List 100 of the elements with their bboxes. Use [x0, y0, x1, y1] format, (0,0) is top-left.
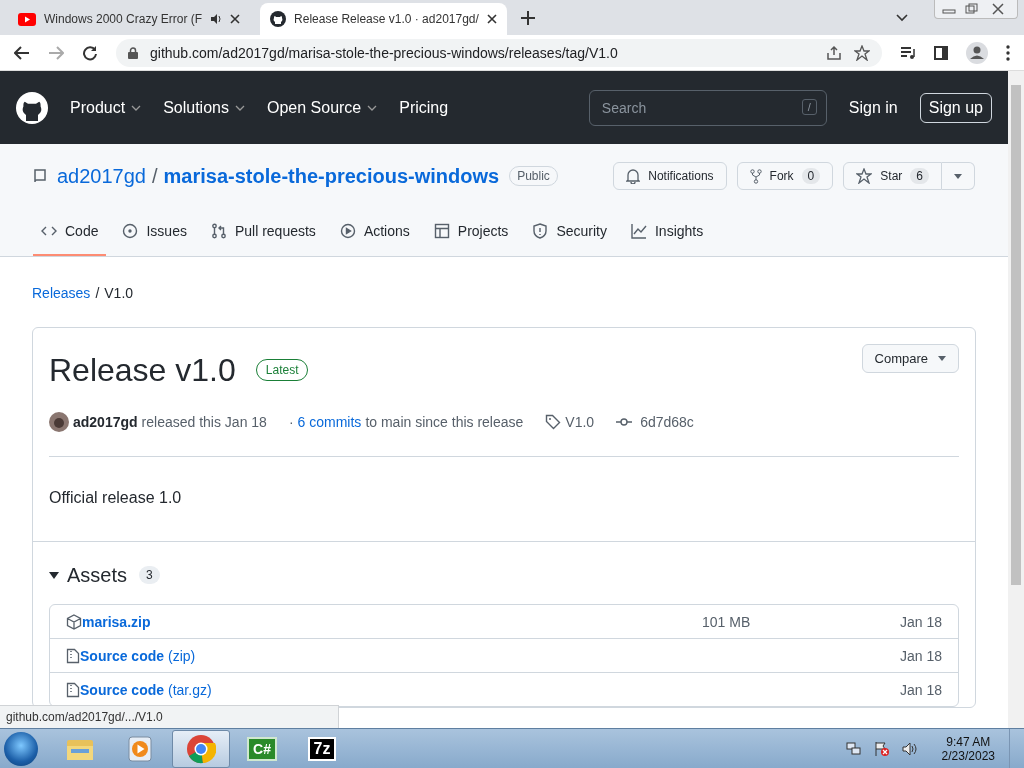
caret-down-icon: [954, 173, 962, 179]
zip-file-icon: [66, 681, 80, 698]
chevron-down-icon: [131, 104, 142, 111]
path-separator: /: [152, 164, 158, 188]
fork-icon: [749, 168, 762, 184]
author-link[interactable]: ad2017gd: [73, 414, 138, 430]
assets-count: 3: [139, 566, 160, 584]
link-status-bubble: github.com/ad2017gd/.../V1.0: [0, 705, 339, 728]
fork-button[interactable]: Fork 0: [736, 162, 834, 190]
taskbar-app[interactable]: 7z: [294, 731, 350, 767]
security-tab-icon: [532, 223, 549, 239]
star-button[interactable]: Star 6: [843, 162, 942, 190]
package-icon: [66, 613, 82, 630]
assets-heading[interactable]: Assets: [67, 563, 128, 587]
zip-file-icon: [66, 647, 80, 664]
star-list-dropdown[interactable]: [942, 162, 975, 190]
sign-in-link[interactable]: Sign in: [848, 98, 898, 117]
reload-icon[interactable]: [82, 44, 98, 61]
chevron-down-icon: [234, 104, 245, 111]
octocat-logo-icon: [270, 11, 287, 27]
media-list-icon[interactable]: [900, 45, 916, 60]
asset-size: 101 MB: [702, 613, 752, 630]
sign-up-button[interactable]: Sign up: [919, 92, 992, 123]
share-icon[interactable]: [826, 44, 842, 61]
address-bar[interactable]: github.com/ad2017gd/marisa-stole-the-precious-windows/releases/tag/V1.0: [116, 38, 882, 67]
star-icon[interactable]: [854, 44, 870, 61]
repo-tab[interactable]: Issues: [114, 208, 195, 256]
repo-tab[interactable]: Pull requests: [202, 208, 324, 256]
menu-icon[interactable]: [1006, 44, 1010, 61]
commits-link[interactable]: 6 commits: [297, 414, 362, 430]
nav-menu-item[interactable]: Solutions: [163, 98, 245, 117]
compare-button[interactable]: Compare: [861, 344, 959, 373]
chevron-down-icon: [367, 104, 378, 111]
bullet-separator: ·: [288, 414, 294, 430]
asset-link[interactable]: Source code (zip): [80, 647, 196, 664]
tab-title: Release Release v1.0 · ad2017gd/: [294, 12, 479, 26]
repo-tab[interactable]: Projects: [425, 208, 517, 256]
repo-tab[interactable]: Insights: [622, 208, 712, 256]
tab-title: Windows 2000 Crazy Error (F: [44, 12, 203, 26]
lock-icon: [128, 46, 138, 59]
tag-link[interactable]: V1.0: [565, 414, 595, 430]
new-tab-icon[interactable]: [520, 10, 535, 25]
repo-name-link[interactable]: marisa-stole-the-precious-windows: [163, 164, 500, 188]
chevron-down-icon[interactable]: [896, 13, 908, 22]
fork-count: 0: [801, 168, 821, 184]
browser-logo-icon: [186, 734, 216, 764]
releases-link[interactable]: Releases: [32, 285, 91, 301]
repo-tab[interactable]: Security: [524, 208, 615, 256]
volume-icon[interactable]: [901, 741, 918, 757]
speaker-icon[interactable]: [210, 13, 223, 25]
asset-link[interactable]: Source code (tar.gz): [80, 681, 212, 698]
scrollbar[interactable]: [1008, 71, 1024, 728]
browser-tab[interactable]: Windows 2000 Crazy Error (F: [8, 3, 251, 35]
asset-date: Jan 18: [898, 681, 942, 698]
taskbar-clock[interactable]: 9:47 AM 2/23/2023: [941, 735, 995, 763]
profile-icon[interactable]: [966, 41, 988, 64]
repo-tab[interactable]: Code: [33, 208, 107, 256]
issues-tab-icon: [122, 223, 139, 239]
release-notes: Official release 1.0: [49, 488, 183, 508]
breadcrumb-current: V1.0: [104, 285, 134, 301]
star-icon: [856, 168, 873, 184]
network-icon[interactable]: [845, 741, 862, 757]
insights-tab-icon: [630, 223, 647, 239]
repo-tab[interactable]: Actions: [331, 208, 418, 256]
nav-menu-item[interactable]: Pricing: [399, 98, 449, 117]
back-icon[interactable]: [14, 45, 30, 60]
clock-date: 2/23/2023: [941, 749, 995, 763]
commit-icon: [616, 417, 633, 427]
start-button[interactable]: [4, 732, 38, 766]
tag-icon: [545, 414, 562, 430]
browser-tab[interactable]: Release Release v1.0 · ad2017gd/: [260, 3, 507, 35]
release-date-text: released this Jan 18: [141, 414, 267, 430]
flag-alert-icon[interactable]: [873, 741, 890, 757]
nav-menu-item[interactable]: Open Source: [266, 98, 378, 117]
asset-date: Jan 18: [898, 613, 942, 630]
close-icon[interactable]: [486, 14, 497, 24]
star-count: 6: [910, 168, 929, 184]
pulls-tab-icon: [210, 223, 227, 239]
commit-hash-link[interactable]: 6d7d68c: [640, 414, 694, 430]
clock-time: 9:47 AM: [946, 735, 991, 749]
media-player-icon: [127, 735, 153, 763]
disclosure-triangle-icon[interactable]: [49, 570, 59, 580]
close-icon[interactable]: [230, 14, 241, 24]
octocat-logo-icon[interactable]: [16, 91, 48, 124]
projects-tab-icon: [433, 223, 450, 239]
video-logo-icon: [18, 12, 36, 26]
asset-link[interactable]: marisa.zip: [82, 613, 151, 630]
side-panel-icon[interactable]: [934, 45, 948, 60]
bell-icon: [626, 168, 641, 184]
taskbar-app[interactable]: [172, 730, 230, 768]
repo-owner-link[interactable]: ad2017gd: [57, 164, 146, 188]
breadcrumb-separator: /: [95, 285, 100, 301]
nav-menu-item[interactable]: Product: [70, 98, 142, 117]
avatar-icon: [49, 412, 69, 432]
taskbar-app[interactable]: C#: [234, 731, 290, 767]
release-title: Release v1.0: [49, 351, 236, 389]
commits-text: to main since this release: [365, 414, 524, 430]
repo-icon: [33, 168, 47, 184]
notifications-button[interactable]: Notifications: [613, 162, 727, 190]
actions-tab-icon: [339, 223, 356, 239]
